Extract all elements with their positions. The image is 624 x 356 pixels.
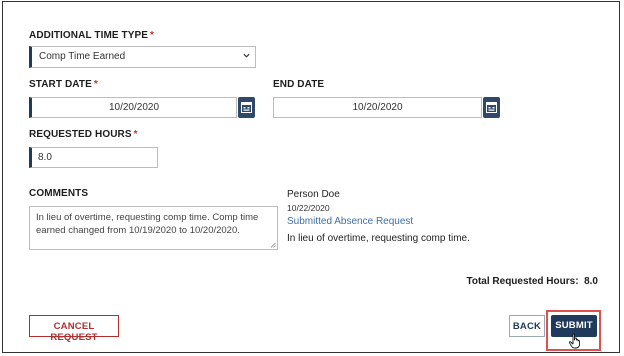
total-label: Total Requested Hours:: [466, 276, 579, 287]
requested-hours-label-text: REQUESTED HOURS: [29, 129, 132, 140]
required-mark: *: [133, 129, 138, 140]
end-date-calendar-button[interactable]: [483, 97, 500, 118]
comments-text: In lieu of overtime, requesting comp tim…: [36, 212, 259, 236]
resize-handle-icon[interactable]: [270, 242, 276, 248]
additional-time-type-label: ADDITIONAL TIME TYPE *: [29, 30, 154, 41]
additional-time-type-label-text: ADDITIONAL TIME TYPE: [29, 30, 149, 41]
total-value: 8.0: [584, 276, 598, 287]
end-date-input[interactable]: 10/20/2020: [273, 97, 482, 118]
calendar-icon: [486, 102, 497, 113]
hand-pointer-icon: [568, 333, 580, 349]
cancel-request-button[interactable]: CANCEL REQUEST: [29, 315, 119, 343]
additional-time-type-select[interactable]: Comp Time Earned: [29, 46, 256, 68]
calendar-icon: [241, 102, 252, 113]
start-date-calendar-button[interactable]: [238, 97, 255, 118]
end-date-label: END DATE: [273, 79, 325, 90]
required-mark: *: [150, 30, 155, 41]
start-date-label: START DATE *: [29, 79, 98, 90]
required-mark: *: [93, 79, 98, 90]
history-action: Submitted Absence Request: [287, 216, 414, 227]
comments-label: COMMENTS: [29, 188, 89, 199]
requested-hours-input[interactable]: 8.0: [29, 147, 158, 168]
total-requested-hours: Total Requested Hours: 8.0: [466, 276, 598, 287]
history-author: Person Doe: [287, 189, 340, 200]
chevron-down-icon: [243, 53, 250, 58]
back-button[interactable]: BACK: [509, 315, 545, 337]
comments-textarea[interactable]: In lieu of overtime, requesting comp tim…: [29, 206, 278, 250]
history-note: In lieu of overtime, requesting comp tim…: [287, 233, 470, 244]
additional-time-type-value: Comp Time Earned: [39, 51, 126, 62]
requested-hours-label: REQUESTED HOURS *: [29, 129, 138, 140]
history-date: 10/22/2020: [287, 203, 330, 213]
start-date-input[interactable]: 10/20/2020: [29, 97, 237, 118]
start-date-label-text: START DATE: [29, 79, 92, 90]
